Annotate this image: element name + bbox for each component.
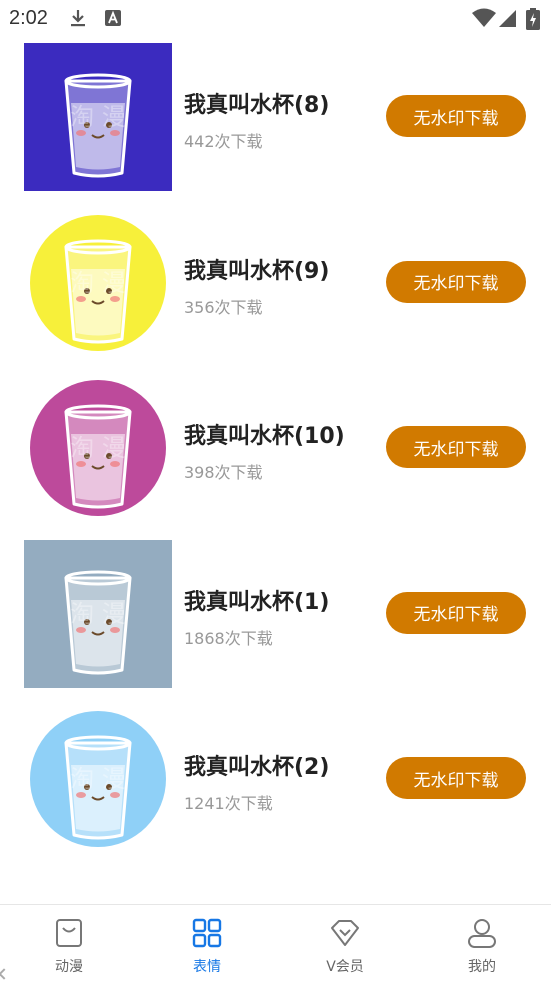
bag-icon	[53, 917, 85, 949]
sticker-thumbnail[interactable]: 淘 漫	[24, 374, 172, 522]
battery-charging-icon	[526, 8, 540, 34]
sticker-thumbnail[interactable]: 淘 漫	[24, 539, 172, 688]
item-title: 我真叫水杯(8)	[184, 93, 330, 118]
nav-label-vip: V会员	[326, 959, 364, 975]
download-count: 398次下载	[184, 463, 263, 482]
grid-icon	[191, 917, 223, 949]
watermark-text: 淘 漫	[70, 765, 126, 793]
watermark-text: 淘 漫	[70, 434, 126, 462]
diamond-icon	[329, 917, 361, 949]
list-item[interactable]: 淘 漫 我真叫水杯(9) 356次下载 无水印下载	[0, 209, 551, 357]
nav-tab-stickers[interactable]: 表情	[138, 905, 276, 981]
sticker-thumbnail[interactable]: 淘 漫	[24, 43, 172, 191]
nav-label-mine: 我的	[468, 959, 496, 975]
sticker-thumbnail[interactable]: 淘 漫	[24, 705, 172, 853]
download-no-watermark-button[interactable]: 无水印下载	[386, 95, 526, 137]
nav-label-anime: 动漫	[55, 959, 83, 975]
nav-tab-mine[interactable]: 我的	[413, 905, 551, 981]
item-title: 我真叫水杯(2)	[184, 755, 330, 780]
download-no-watermark-button[interactable]: 无水印下载	[386, 260, 526, 303]
signal-icon	[499, 8, 517, 32]
sticker-list[interactable]: 淘 漫 我真叫水杯(8) 442次下载 无水印下载 淘 漫 我真叫水杯(9) 356次…	[0, 36, 551, 904]
download-no-watermark-button[interactable]: 无水印下载	[386, 757, 526, 799]
item-title: 我真叫水杯(1)	[184, 589, 330, 615]
download-count: 356次下载	[184, 297, 263, 317]
person-icon	[466, 917, 498, 949]
watermark-text: 淘 漫	[70, 600, 126, 628]
list-item[interactable]: 淘 漫 我真叫水杯(8) 442次下载 无水印下载	[0, 43, 551, 191]
nav-label-stickers: 表情	[193, 959, 221, 975]
download-count: 1868次下载	[184, 628, 273, 648]
keyboard-icon	[104, 8, 122, 32]
watermark-text: 淘 漫	[70, 269, 126, 297]
download-count: 442次下载	[184, 132, 263, 151]
watermark-text: 淘 漫	[70, 103, 126, 131]
list-item[interactable]: 淘 漫 我真叫水杯(2) 1241次下载 无水印下载	[0, 705, 551, 853]
item-title: 我真叫水杯(10)	[184, 424, 345, 449]
download-icon	[68, 8, 88, 32]
status-bar: 2:02	[0, 0, 551, 36]
download-no-watermark-button[interactable]: 无水印下载	[386, 591, 526, 634]
nav-tab-anime[interactable]: 动漫	[0, 905, 138, 981]
status-time: 2:02	[9, 7, 48, 29]
sticker-thumbnail[interactable]: 淘 漫	[24, 209, 172, 357]
download-count: 1241次下载	[184, 794, 273, 813]
item-title: 我真叫水杯(9)	[184, 258, 330, 284]
bottom-navigation: 动漫 表情 V会员 我的	[0, 904, 551, 981]
nav-tab-vip[interactable]: V会员	[276, 905, 414, 981]
wifi-icon	[472, 8, 496, 32]
download-no-watermark-button[interactable]: 无水印下载	[386, 426, 526, 468]
list-item[interactable]: 淘 漫 我真叫水杯(10) 398次下载 无水印下载	[0, 374, 551, 522]
list-item[interactable]: 淘 漫 我真叫水杯(1) 1868次下载 无水印下载	[0, 539, 551, 688]
